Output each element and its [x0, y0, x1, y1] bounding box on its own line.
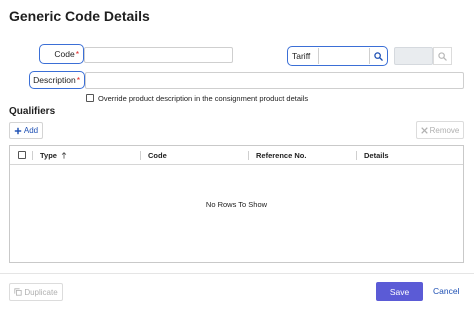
close-icon — [420, 126, 428, 134]
column-separator — [140, 151, 141, 160]
code-label-text: Code — [54, 49, 75, 59]
arrow-up-icon — [61, 152, 67, 159]
tariff-search-button[interactable] — [370, 51, 387, 61]
tariff-group: Tariff — [287, 46, 388, 66]
duplicate-button: Duplicate — [9, 283, 63, 301]
override-label: Override product description in the cons… — [98, 94, 309, 103]
description-label-text: Description — [33, 75, 76, 85]
tariff-input[interactable] — [317, 48, 370, 64]
duplicate-label: Duplicate — [24, 287, 58, 297]
plus-icon — [14, 127, 22, 134]
column-header-type-label: Type — [40, 151, 57, 160]
add-label: Add — [23, 126, 39, 135]
required-mark: * — [76, 75, 80, 85]
remove-label: Remove — [429, 125, 460, 135]
search-icon — [438, 51, 447, 61]
cancel-button[interactable]: Cancel — [433, 286, 459, 296]
column-header-type[interactable]: Type — [40, 151, 67, 160]
empty-grid-message: No Rows To Show — [205, 200, 268, 209]
column-header-reference[interactable]: Reference No. — [256, 151, 306, 160]
add-qualifier-button[interactable]: Add — [9, 122, 43, 139]
description-label: Description * — [29, 71, 85, 89]
tariff-value-display — [394, 47, 433, 65]
tariff-lookup-button — [433, 47, 452, 65]
description-input[interactable] — [85, 72, 464, 89]
required-mark: * — [75, 49, 79, 59]
remove-qualifier-button: Remove — [416, 121, 464, 139]
tariff-label: Tariff — [292, 51, 311, 61]
qualifiers-title: Qualifiers — [9, 106, 56, 117]
column-separator — [356, 151, 357, 160]
override-checkbox[interactable] — [86, 94, 94, 102]
footer-divider — [0, 273, 474, 274]
grid-header: Type Code Reference No. Details — [10, 146, 463, 165]
save-button[interactable]: Save — [376, 282, 423, 301]
dialog-title: Generic Code Details — [9, 8, 150, 24]
qualifiers-grid: Type Code Reference No. Details No Rows … — [9, 145, 464, 263]
select-all-checkbox[interactable] — [18, 151, 26, 159]
code-label: Code * — [39, 44, 84, 64]
copy-icon — [14, 288, 22, 296]
column-separator — [32, 151, 33, 160]
column-header-details[interactable]: Details — [364, 151, 389, 160]
column-header-code[interactable]: Code — [148, 151, 167, 160]
code-input[interactable] — [84, 47, 233, 63]
column-separator — [248, 151, 249, 160]
search-icon — [374, 51, 383, 61]
